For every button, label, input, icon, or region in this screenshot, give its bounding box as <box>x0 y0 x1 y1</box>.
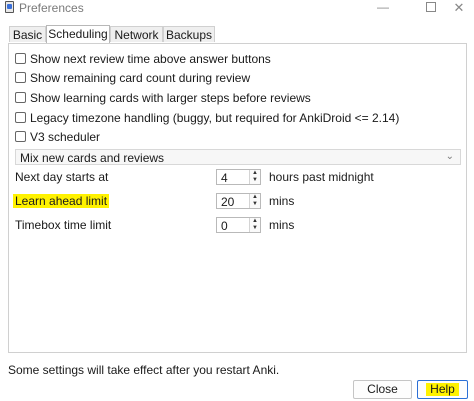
spin-up-icon[interactable]: ▲ <box>250 170 260 177</box>
spinbox-value[interactable]: 4 <box>221 171 228 185</box>
spin-up-icon[interactable]: ▲ <box>250 194 260 201</box>
spin-down-icon[interactable]: ▼ <box>250 225 260 232</box>
next-day-starts-suffix: hours past midnight <box>269 170 374 184</box>
tab-scheduling[interactable]: Scheduling <box>46 25 110 43</box>
help-label: Help <box>426 383 459 396</box>
checkbox-label: Show learning cards with larger steps be… <box>30 91 311 105</box>
timebox-limit-spinbox[interactable]: 0 ▲ ▼ <box>216 217 261 233</box>
learn-ahead-limit-suffix: mins <box>269 194 295 208</box>
learn-ahead-limit-spinbox[interactable]: 20 ▲ ▼ <box>216 193 261 209</box>
minimize-button[interactable]: — <box>368 0 398 16</box>
next-day-starts-label: Next day starts at <box>15 170 109 184</box>
next-day-starts-spinbox[interactable]: 4 ▲ ▼ <box>216 169 261 185</box>
checkbox-label: Legacy timezone handling (buggy, but req… <box>30 111 400 125</box>
checkbox-box[interactable] <box>15 72 26 83</box>
window-close-button[interactable]: ✕ <box>444 0 474 16</box>
close-button[interactable]: Close <box>353 380 412 399</box>
timebox-limit-label: Timebox time limit <box>15 218 112 232</box>
maximize-icon <box>426 1 436 12</box>
tab-basic[interactable]: Basic <box>9 26 46 42</box>
chevron-down-icon: ⌄ <box>445 151 454 162</box>
checkbox-label: Show remaining card count during review <box>30 71 251 85</box>
spinbox-buttons: ▲ ▼ <box>249 170 260 184</box>
anki-app-icon <box>5 1 14 13</box>
restart-note: Some settings will take effect after you… <box>8 363 280 377</box>
new-review-order-select[interactable]: Mix new cards and reviews ⌄ <box>15 149 461 165</box>
maximize-button[interactable] <box>416 0 446 16</box>
checkbox-label: V3 scheduler <box>30 130 101 144</box>
help-button[interactable]: Help <box>417 380 468 399</box>
highlight-mark: Learn ahead limit <box>13 194 110 208</box>
timebox-limit-suffix: mins <box>269 218 295 232</box>
spin-up-icon[interactable]: ▲ <box>250 218 260 225</box>
checkbox-box[interactable] <box>15 92 26 103</box>
checkbox-label: Show next review time above answer butto… <box>30 52 271 66</box>
select-value: Mix new cards and reviews <box>20 151 165 165</box>
spinbox-value[interactable]: 20 <box>221 195 234 209</box>
spinbox-buttons: ▲ ▼ <box>249 218 260 232</box>
spin-down-icon[interactable]: ▼ <box>250 177 260 184</box>
tab-bar: Basic Scheduling Network Backups <box>0 25 474 43</box>
tab-backups[interactable]: Backups <box>163 26 215 42</box>
checkbox-box[interactable] <box>15 112 26 123</box>
window-title: Preferences <box>19 1 84 15</box>
spinbox-buttons: ▲ ▼ <box>249 194 260 208</box>
title-bar: Preferences — ✕ <box>0 0 474 16</box>
spin-down-icon[interactable]: ▼ <box>250 201 260 208</box>
spinbox-value[interactable]: 0 <box>221 219 228 233</box>
checkbox-box[interactable] <box>15 53 26 64</box>
learn-ahead-limit-label: Learn ahead limit <box>13 194 110 208</box>
checkbox-box[interactable] <box>15 131 26 142</box>
tab-network[interactable]: Network <box>110 26 163 42</box>
